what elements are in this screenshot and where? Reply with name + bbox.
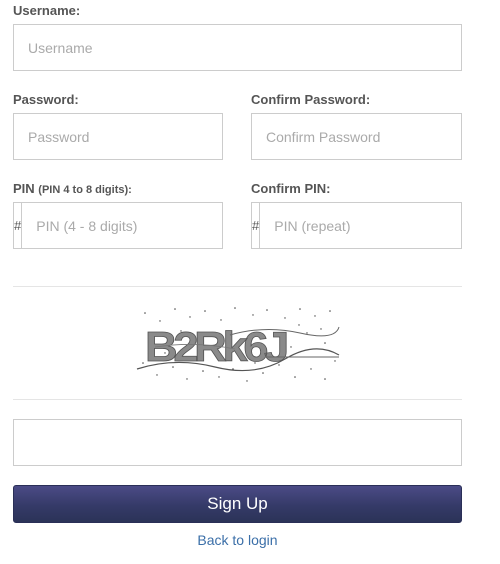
confirm-pin-input-group: #	[251, 202, 470, 249]
pin-input[interactable]	[22, 203, 232, 248]
sign-up-button[interactable]: Sign Up	[13, 485, 462, 523]
username-label: Username:	[13, 3, 81, 18]
hash-icon: #	[14, 203, 23, 248]
back-to-login-link[interactable]: Back to login	[0, 532, 475, 548]
pin-input-group: #	[13, 202, 232, 249]
captcha-input[interactable]	[13, 419, 462, 466]
confirm-password-input[interactable]	[251, 113, 462, 160]
password-input[interactable]	[13, 113, 223, 160]
pin-label-text: PIN	[13, 181, 35, 196]
confirm-password-label: Confirm Password:	[251, 92, 371, 107]
divider	[13, 286, 462, 287]
pin-hint: (PIN 4 to 8 digits):	[38, 184, 132, 196]
username-input[interactable]	[13, 24, 462, 71]
pin-label: PIN (PIN 4 to 8 digits):	[13, 181, 132, 196]
confirm-pin-input[interactable]	[260, 203, 470, 248]
divider	[13, 399, 462, 400]
hash-icon: #	[252, 203, 261, 248]
captcha-image: B2Rk6J	[136, 307, 340, 382]
confirm-pin-label: Confirm PIN:	[251, 181, 331, 196]
password-label: Password:	[13, 92, 79, 107]
